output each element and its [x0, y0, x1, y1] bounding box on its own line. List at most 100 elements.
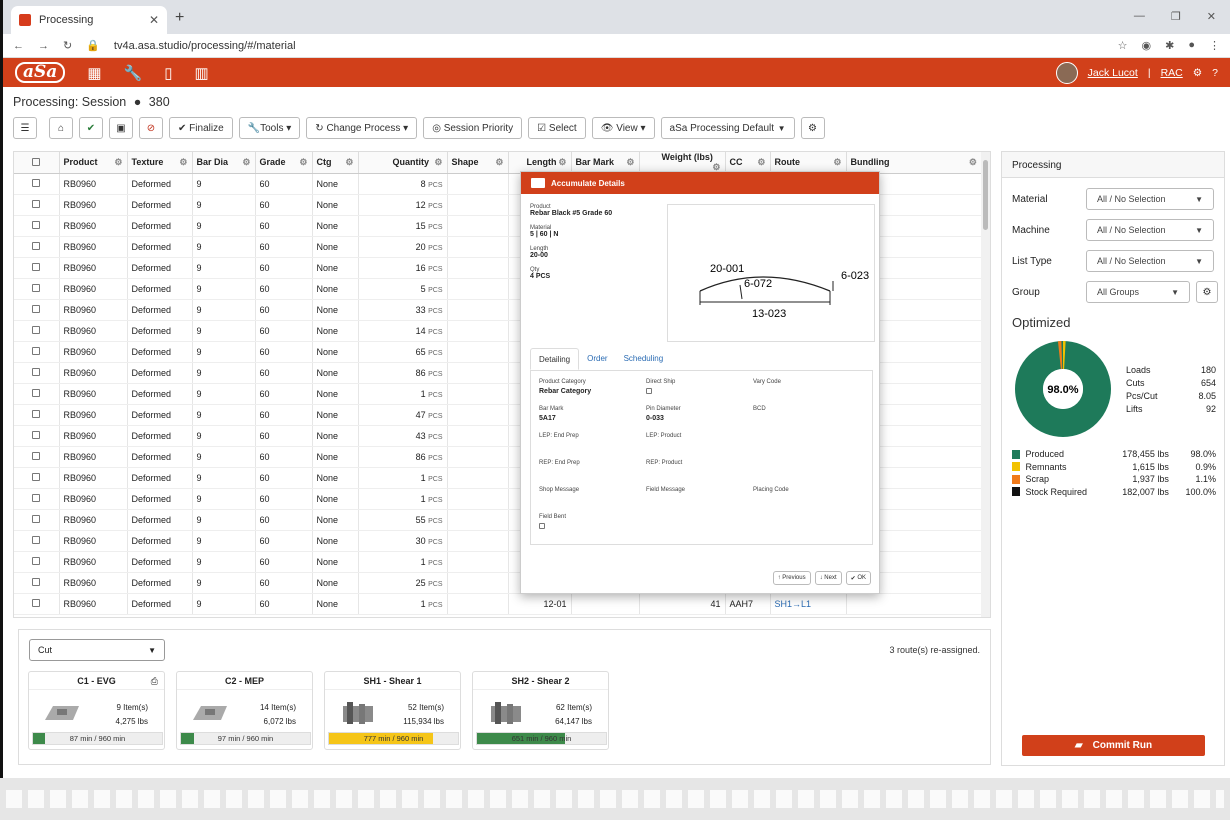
column-gear-icon[interactable]: ⚙ — [969, 157, 977, 168]
row-checkbox[interactable] — [32, 242, 41, 250]
back-icon[interactable]: ← — [13, 40, 24, 52]
column-gear-icon[interactable]: ⚙ — [626, 157, 634, 168]
asa-logo[interactable]: aSa — [15, 62, 66, 83]
row-checkbox[interactable] — [32, 305, 41, 313]
restore-icon[interactable]: ❐ — [1171, 10, 1181, 23]
printer-icon[interactable]: ⎙ — [151, 676, 158, 687]
column-gear-icon[interactable]: ⚙ — [179, 157, 187, 168]
extension-icon[interactable]: ◉ — [1142, 39, 1152, 52]
row-checkbox[interactable] — [32, 263, 41, 271]
group-settings-button[interactable]: ⚙ — [1196, 281, 1218, 303]
col-quantity[interactable]: Quantity ⚙ — [358, 152, 448, 174]
bar-chart-icon[interactable]: ▥ — [194, 64, 208, 82]
machine-card[interactable]: SH1 - Shear 1 52 Item(s) 115,934 lbs 777 mi… — [324, 671, 461, 750]
column-gear-icon[interactable]: ⚙ — [757, 157, 765, 168]
column-gear-icon[interactable]: ⚙ — [242, 157, 250, 168]
col-product[interactable]: Product ⚙ — [59, 152, 128, 174]
document-icon[interactable]: ▯ — [164, 64, 172, 82]
col-bar-dia[interactable]: Bar Dia ⚙ — [192, 152, 256, 174]
hamburger-button[interactable]: ☰ — [13, 117, 37, 139]
select-all-checkbox[interactable] — [14, 152, 60, 174]
tab-scheduling[interactable]: Scheduling — [616, 348, 672, 370]
column-gear-icon[interactable]: ⚙ — [434, 157, 442, 168]
profile-select[interactable]: aSa Processing Default ▼ — [660, 117, 795, 139]
field-bent-checkbox[interactable] — [539, 523, 545, 529]
session-priority-button[interactable]: ◎ Session Priority — [423, 117, 523, 139]
user-name-link[interactable]: Jack Lucot — [1088, 67, 1138, 79]
gear-icon[interactable]: ⚙ — [1193, 67, 1202, 79]
row-checkbox[interactable] — [32, 473, 41, 481]
machine-card[interactable]: C1 - EVG ⎙ 9 Item(s) 4,275 lbs 87 min / 960 … — [28, 671, 165, 750]
profile-icon[interactable]: ● — [1188, 39, 1195, 52]
home-button[interactable]: ⌂ — [49, 117, 73, 139]
save-button[interactable]: ▣ — [109, 117, 133, 139]
row-checkbox[interactable] — [32, 431, 41, 439]
wrench-icon[interactable]: 🔧 — [124, 64, 143, 82]
row-checkbox[interactable] — [32, 515, 41, 523]
org-link[interactable]: RAC — [1161, 67, 1183, 79]
tab-detailing[interactable]: Detailing — [530, 348, 580, 370]
star-icon[interactable]: ☆ — [1118, 39, 1128, 52]
table-row[interactable]: RB0960 Deformed 9 60 None 1 PCS 12-01 41 AAH7 SH1… — [14, 593, 982, 615]
group-select[interactable]: All Groups ▼ — [1086, 281, 1190, 303]
row-checkbox[interactable] — [32, 284, 41, 292]
help-icon[interactable]: ? — [1212, 67, 1218, 79]
col-texture[interactable]: Texture ⚙ — [127, 152, 193, 174]
approve-button[interactable]: ✔ — [79, 117, 103, 139]
row-checkbox[interactable] — [32, 389, 41, 397]
previous-button[interactable]: ↑ Previous — [772, 571, 811, 585]
row-checkbox[interactable] — [32, 347, 41, 355]
column-gear-icon[interactable]: ⚙ — [299, 157, 307, 168]
grid-scrollbar[interactable] — [981, 152, 990, 617]
forward-icon[interactable]: → — [38, 40, 49, 52]
tab-order[interactable]: Order — [579, 348, 615, 370]
processing-icon[interactable]: ▦ — [87, 64, 101, 82]
col-grade[interactable]: Grade ⚙ — [255, 152, 313, 174]
row-checkbox[interactable] — [32, 179, 41, 187]
row-checkbox[interactable] — [32, 452, 41, 460]
machine-card[interactable]: C2 - MEP 14 Item(s) 6,072 lbs 97 min / 960 … — [176, 671, 313, 750]
list-type-select[interactable]: All / No Selection ▼ — [1086, 250, 1214, 272]
tools-button[interactable]: 🔧 Tools ▾ — [238, 117, 301, 139]
row-checkbox[interactable] — [32, 494, 41, 502]
material-select[interactable]: All / No Selection ▼ — [1086, 188, 1214, 210]
row-checkbox[interactable] — [32, 578, 41, 586]
url-field[interactable]: tv4a.asa.studio/processing/#/material — [114, 40, 296, 52]
ok-button[interactable]: ✔ OK — [845, 571, 871, 585]
column-gear-icon[interactable]: ⚙ — [558, 157, 566, 168]
column-gear-icon[interactable]: ⚙ — [833, 157, 841, 168]
row-checkbox[interactable] — [32, 200, 41, 208]
browser-tab[interactable]: Processing ✕ — [11, 6, 167, 34]
mode-select[interactable]: Cut ▼ — [29, 639, 165, 661]
row-checkbox[interactable] — [32, 368, 41, 376]
avatar[interactable] — [1055, 61, 1078, 84]
column-gear-icon[interactable]: ⚙ — [345, 157, 353, 168]
row-checkbox[interactable] — [32, 536, 41, 544]
machine-card[interactable]: SH2 - Shear 2 62 Item(s) 64,147 lbs 651 min… — [472, 671, 609, 750]
view-button[interactable]: 👁 View ▾ — [591, 117, 655, 139]
row-checkbox[interactable] — [32, 221, 41, 229]
cancel-button[interactable]: ⊘ — [139, 117, 163, 139]
row-checkbox[interactable] — [32, 599, 41, 607]
close-tab-icon[interactable]: ✕ — [149, 13, 159, 27]
next-button[interactable]: ↓ Next — [814, 571, 842, 585]
col-ctg[interactable]: Ctg ⚙ — [312, 152, 359, 174]
reload-icon[interactable]: ↻ — [63, 39, 72, 52]
row-checkbox[interactable] — [32, 326, 41, 334]
menu-dots-icon[interactable]: ⋮ — [1209, 39, 1220, 52]
puzzle-icon[interactable]: ✱ — [1165, 39, 1174, 52]
row-checkbox[interactable] — [32, 410, 41, 418]
scroll-thumb[interactable] — [983, 160, 988, 230]
select-button[interactable]: ☑ Select — [528, 117, 586, 139]
close-window-icon[interactable]: ✕ — [1207, 10, 1216, 23]
column-gear-icon[interactable]: ⚙ — [114, 157, 122, 168]
new-tab-icon[interactable]: + — [175, 9, 184, 27]
machine-select[interactable]: All / No Selection ▼ — [1086, 219, 1214, 241]
cell-route[interactable]: SH1→L1 — [775, 599, 812, 609]
profile-settings-button[interactable]: ⚙ — [800, 117, 825, 139]
minimize-icon[interactable]: — — [1134, 10, 1145, 23]
finalize-button[interactable]: ✔ Finalize — [169, 117, 233, 139]
change-process-button[interactable]: ↻ Change Process ▾ — [306, 117, 418, 139]
col-shape[interactable]: Shape ⚙ — [447, 152, 509, 174]
column-gear-icon[interactable]: ⚙ — [495, 157, 503, 168]
